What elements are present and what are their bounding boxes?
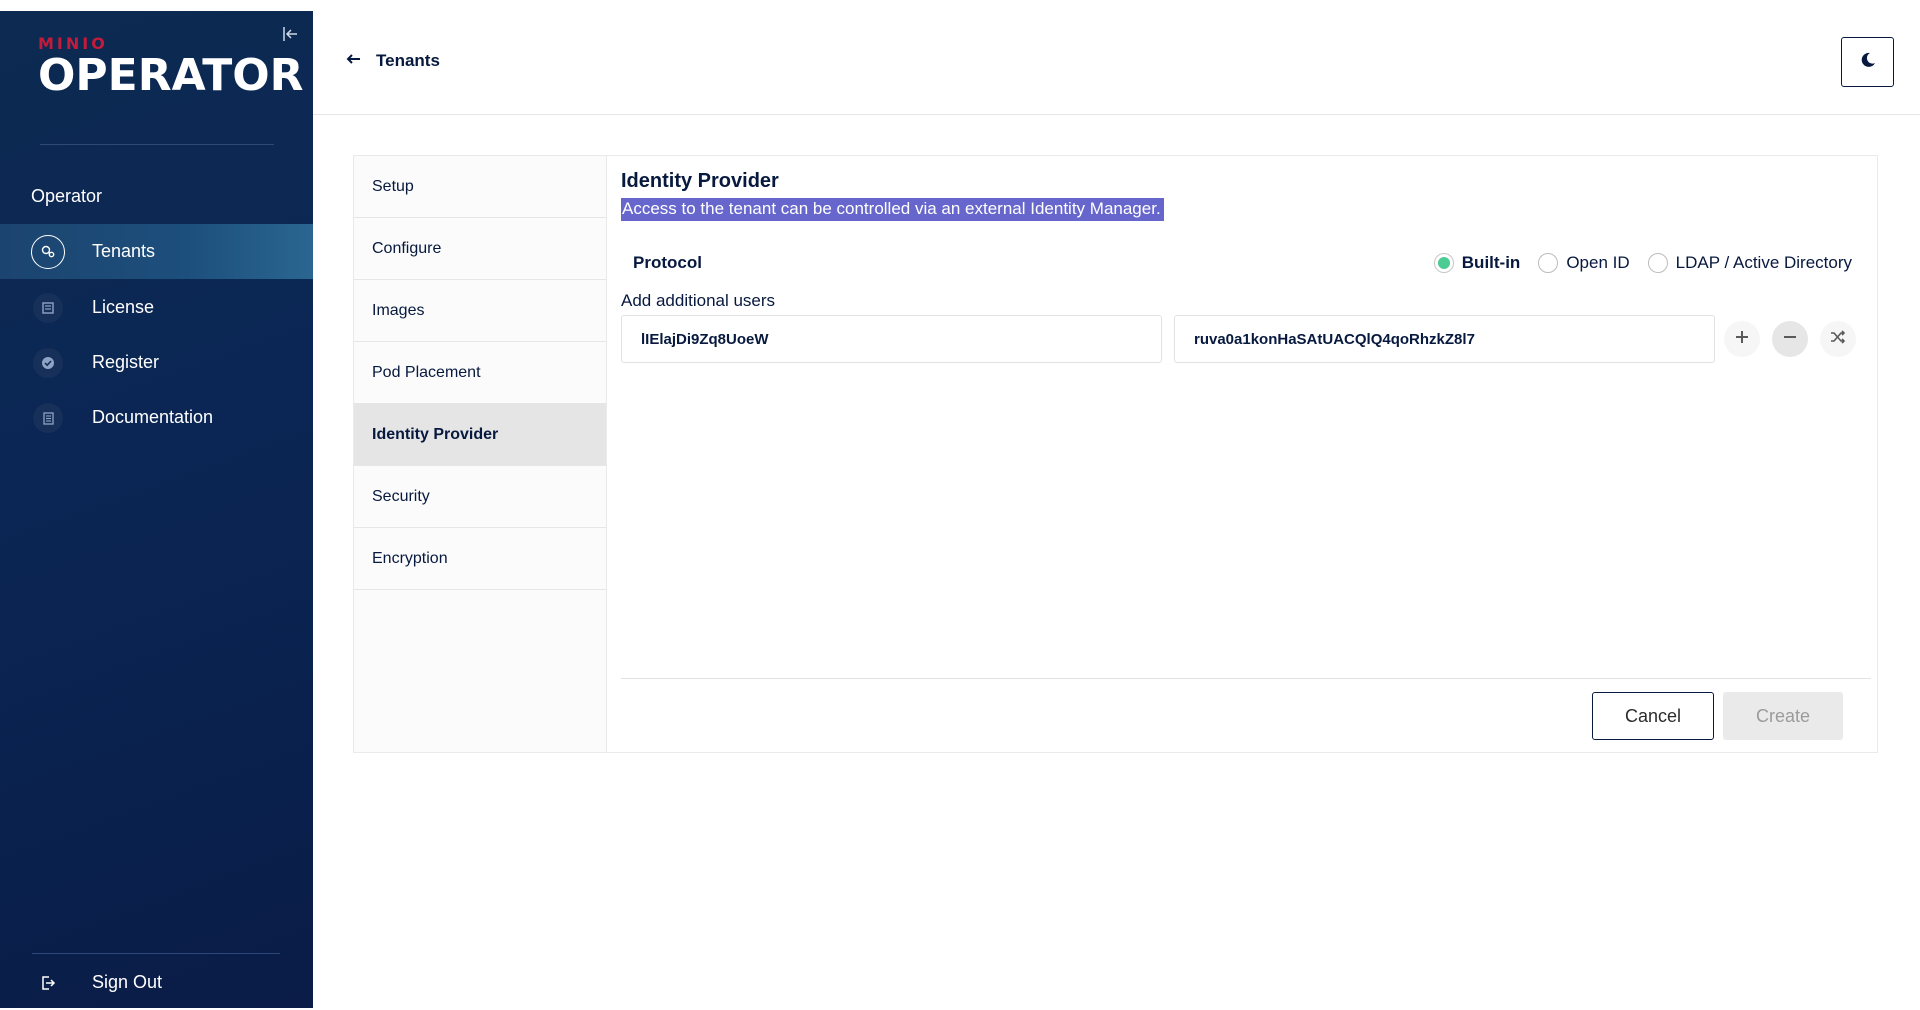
radio-unchecked-icon	[1538, 253, 1559, 273]
add-users-label: Add additional users	[621, 291, 776, 310]
wizard-step-setup[interactable]: Setup	[354, 156, 606, 218]
remove-user-button[interactable]	[1772, 321, 1808, 357]
sidebar-item-label: License	[92, 297, 155, 317]
panel-description: Access to the tenant can be controlled v…	[621, 198, 1164, 221]
wizard-step-configure[interactable]: Configure	[354, 218, 606, 280]
plus-icon	[1735, 330, 1749, 349]
sidebar-divider	[32, 953, 280, 954]
sidebar-top-strip	[0, 0, 313, 11]
wizard-step-encryption[interactable]: Encryption	[354, 528, 606, 590]
register-icon	[33, 347, 63, 378]
protocol-option-built-in[interactable]: Built-in	[1433, 253, 1521, 273]
radio-label: LDAP / Active Directory	[1675, 253, 1852, 272]
panel-title: Identity Provider	[621, 170, 779, 192]
tenants-icon	[31, 234, 65, 269]
shuffle-credentials-button[interactable]	[1820, 321, 1856, 357]
back-to-tenants-link[interactable]: Tenants	[346, 51, 440, 71]
radio-unchecked-icon	[1647, 253, 1668, 273]
sign-out-label: Sign Out	[92, 972, 163, 992]
license-icon	[33, 292, 63, 323]
sidebar-divider	[40, 144, 274, 145]
back-link-label: Tenants	[376, 51, 440, 70]
protocol-option-open-id[interactable]: Open ID	[1538, 253, 1630, 273]
sidebar-item-documentation[interactable]: Documentation	[0, 390, 313, 445]
minus-icon	[1783, 330, 1797, 349]
sidebar: MINIO OPERATOR Operator Tenants License …	[0, 0, 313, 1008]
sidebar-item-label: Register	[92, 352, 160, 372]
sign-out-button[interactable]: Sign Out	[0, 955, 313, 1010]
wizard-step-security[interactable]: Security	[354, 466, 606, 528]
documentation-icon	[33, 402, 63, 433]
add-user-button[interactable]	[1724, 321, 1760, 357]
wizard-step-identity-provider[interactable]: Identity Provider	[354, 404, 606, 466]
secret-key-input[interactable]: ruva0a1konHaSAtUACQlQ4qoRhzkZ8l7	[1174, 315, 1715, 363]
radio-label: Open ID	[1566, 253, 1630, 272]
add-tenant-wizard: Setup Configure Images Pod Placement Ide…	[353, 155, 1878, 753]
brand-operator: OPERATOR	[38, 50, 304, 101]
minio-operator-logo: MINIO OPERATOR	[38, 34, 304, 101]
create-button[interactable]: Create	[1723, 692, 1843, 740]
cancel-button[interactable]: Cancel	[1592, 692, 1714, 740]
wizard-step-images[interactable]: Images	[354, 280, 606, 342]
radio-label: Built-in	[1461, 253, 1521, 272]
access-key-input[interactable]: lIElajDi9Zq8UoeW	[621, 315, 1162, 363]
shuffle-icon	[1830, 329, 1846, 349]
sign-out-icon	[33, 968, 63, 998]
protocol-radio-group: Built-in Open ID LDAP / Active Directory	[1433, 253, 1852, 273]
arrow-left-icon	[346, 52, 362, 70]
sidebar-item-license[interactable]: License	[0, 280, 313, 335]
sidebar-item-register[interactable]: Register	[0, 335, 313, 390]
wizard-step-pod-placement[interactable]: Pod Placement	[354, 342, 606, 404]
footer-divider	[621, 678, 1871, 679]
identity-provider-panel: Identity Provider Access to the tenant c…	[607, 156, 1877, 752]
page-header: Tenants	[313, 0, 1920, 115]
moon-icon	[1859, 51, 1877, 74]
sidebar-item-label: Tenants	[92, 241, 156, 261]
radio-checked-icon	[1433, 253, 1454, 273]
sidebar-item-label: Documentation	[92, 407, 214, 427]
wizard-steps: Setup Configure Images Pod Placement Ide…	[354, 156, 607, 752]
dark-mode-toggle-button[interactable]	[1841, 37, 1894, 87]
protocol-option-ldap[interactable]: LDAP / Active Directory	[1647, 253, 1852, 273]
collapse-sidebar-icon[interactable]	[280, 24, 300, 44]
sidebar-section-title: Operator	[31, 186, 103, 206]
protocol-label: Protocol	[633, 253, 702, 272]
sidebar-item-tenants[interactable]: Tenants	[0, 224, 313, 279]
